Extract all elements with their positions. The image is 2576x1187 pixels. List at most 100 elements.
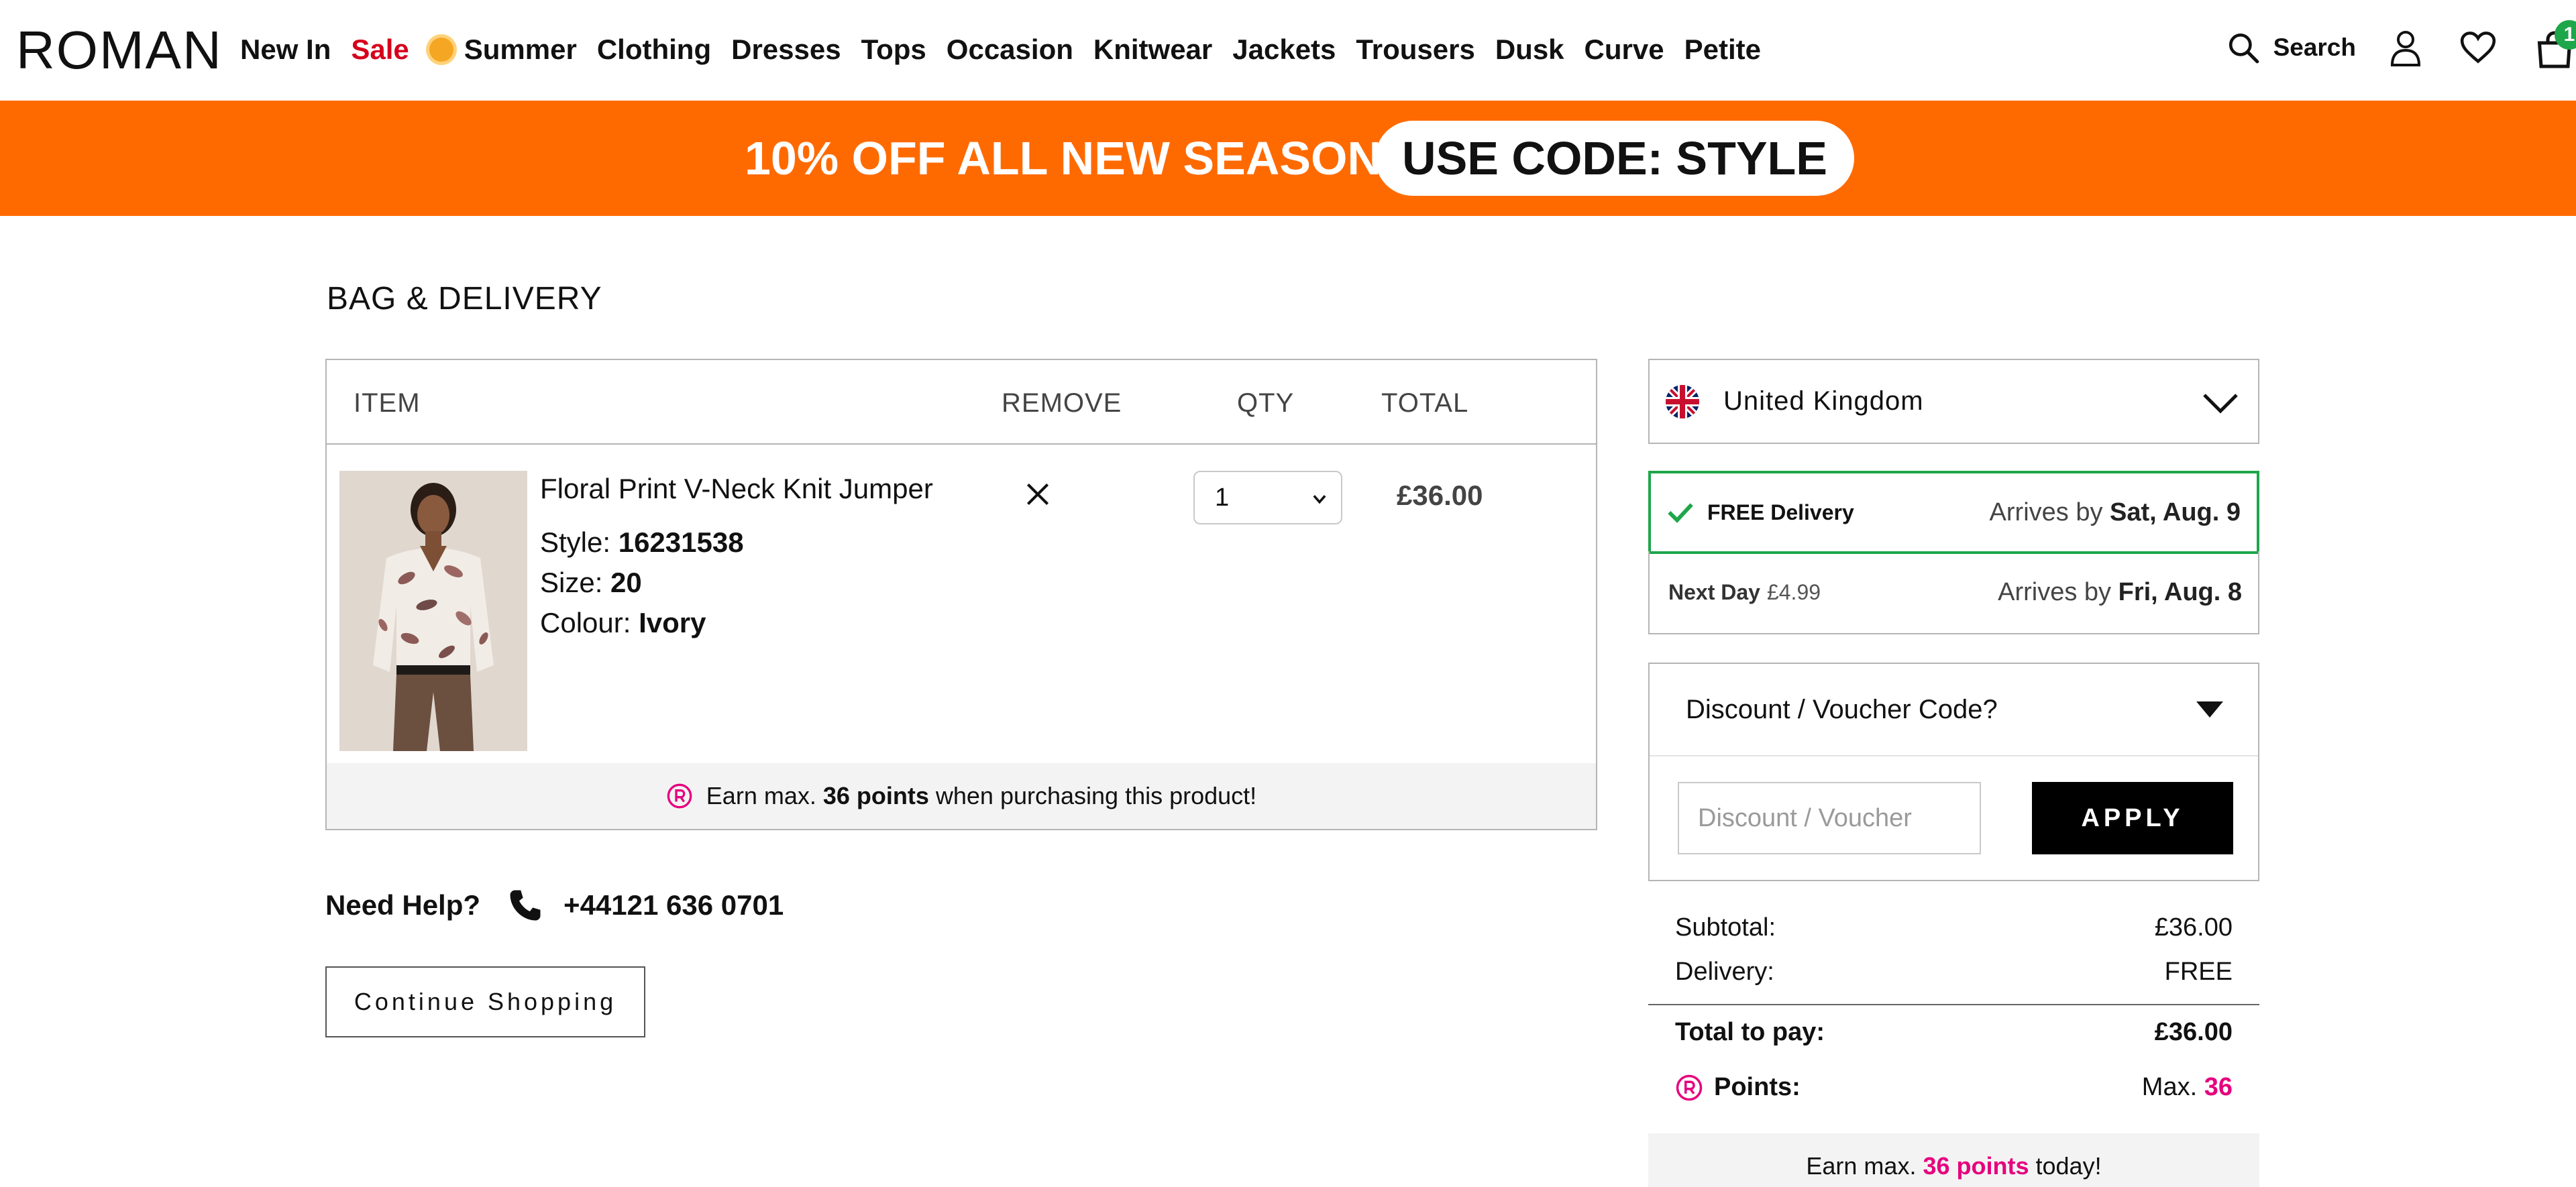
nav-item-trousers[interactable]: Trousers	[1356, 34, 1474, 66]
summary-points-pre: Max.	[2141, 1073, 2198, 1101]
heart-icon	[2460, 32, 2496, 64]
help-label: Need Help?	[325, 889, 481, 921]
quantity-value: 1	[1215, 483, 1230, 512]
account-icon	[2390, 31, 2421, 66]
account-button[interactable]	[2390, 29, 2422, 66]
product-points-strip: Earn max. 36 points when purchasing this…	[327, 763, 1596, 829]
summary-points-label-wrap: Points:	[1675, 1073, 1801, 1102]
summary-delivery-label: Delivery:	[1675, 958, 1774, 986]
delivery-option-name: FREE Delivery	[1707, 500, 1854, 524]
chevron-down-icon	[1313, 495, 1326, 504]
cart-table-header: ITEM REMOVE QTY TOTAL	[327, 360, 1596, 445]
summary-delivery-row: Delivery: FREE	[1648, 950, 2259, 994]
nav-item-new-in[interactable]: New In	[240, 34, 331, 66]
bag-button[interactable]: 1	[2534, 20, 2576, 71]
summary-subtotal-value: £36.00	[2154, 913, 2233, 942]
earn-today-pre: Earn max.	[1806, 1152, 1917, 1180]
earn-pre-text: Earn max.	[706, 782, 816, 809]
search-icon	[2229, 33, 2259, 64]
help-phone-link[interactable]: +44121 636 0701	[564, 889, 784, 921]
nav-item-knitwear[interactable]: Knitwear	[1093, 34, 1212, 66]
nav-item-petite[interactable]: Petite	[1684, 34, 1761, 66]
product-image[interactable]	[339, 471, 527, 751]
search-label: Search	[2273, 34, 2356, 61]
quantity-select[interactable]: 1	[1193, 471, 1342, 524]
close-icon	[1026, 483, 1049, 506]
column-header-remove: REMOVE	[1002, 388, 1122, 418]
promo-code-pill: USE CODE: STYLE	[1375, 121, 1854, 196]
country-name: United Kingdom	[1723, 386, 1924, 416]
earn-today-post: today!	[2035, 1152, 2102, 1180]
summary-points-value: Max. 36	[2142, 1073, 2233, 1102]
apply-voucher-button[interactable]: APPLY	[2032, 782, 2233, 854]
nav-item-tops[interactable]: Tops	[861, 34, 926, 66]
delivery-arrival: Arrives by Sat, Aug. 9	[1990, 498, 2241, 527]
summary-total-row: Total to pay: £36.00	[1648, 1010, 2259, 1054]
delivery-option-price: £4.99	[1766, 579, 1821, 604]
product-style: Style: 16231538	[540, 526, 744, 559]
product-colour-label: Colour:	[540, 607, 631, 638]
continue-shopping-button[interactable]: Continue Shopping	[325, 966, 645, 1037]
summary-delivery-value: FREE	[2164, 958, 2233, 986]
delivery-option-free[interactable]: FREE Delivery Arrives by Sat, Aug. 9	[1648, 471, 2259, 554]
column-header-qty: QTY	[1237, 388, 1295, 418]
column-header-item: ITEM	[354, 388, 421, 418]
nav-item-occasion[interactable]: Occasion	[947, 34, 1073, 66]
site-header: ROMAN New In Sale Summer Clothing Dresse…	[0, 0, 2576, 101]
nav-item-jackets[interactable]: Jackets	[1232, 34, 1336, 66]
voucher-toggle[interactable]: Discount / Voucher Code?	[1650, 664, 2258, 756]
summary-total-value: £36.00	[2154, 1018, 2233, 1046]
summary-total-label: Total to pay:	[1675, 1018, 1825, 1046]
cart-table: ITEM REMOVE QTY TOTAL Floral Print V-Nec…	[325, 359, 1597, 830]
earn-post-text: when purchasing this product!	[935, 782, 1257, 809]
product-style-label: Style:	[540, 526, 611, 558]
earn-today-strip: Earn max. 36 points today!	[1648, 1133, 2259, 1187]
nav-item-curve[interactable]: Curve	[1585, 34, 1664, 66]
summary-points-number: 36	[2204, 1073, 2233, 1101]
phone-icon	[510, 890, 541, 921]
order-summary: Subtotal: £36.00 Delivery: FREE Total to…	[1648, 905, 2259, 1109]
page-title: BAG & DELIVERY	[327, 281, 602, 317]
country-select[interactable]: United Kingdom	[1648, 359, 2259, 444]
delivery-arrival-label: Arrives by	[1989, 498, 2103, 526]
promo-text: 10% OFF ALL NEW SEASON	[745, 132, 1381, 184]
remove-item-button[interactable]	[1021, 477, 1055, 511]
voucher-input[interactable]	[1678, 782, 1981, 854]
nav-item-summer[interactable]: Summer	[429, 34, 577, 66]
product-style-value: 16231538	[618, 526, 744, 558]
nav-item-dresses[interactable]: Dresses	[731, 34, 841, 66]
product-size: Size: 20	[540, 567, 642, 599]
column-header-total: TOTAL	[1381, 388, 1469, 418]
delivery-option-next-day[interactable]: Next Day £4.99 Arrives by Fri, Aug. 8	[1648, 551, 2259, 634]
delivery-arrival-date: Sat, Aug. 9	[2110, 498, 2241, 526]
rewards-icon	[667, 783, 692, 809]
line-total: £36.00	[1397, 479, 1483, 511]
earn-points: 36 points	[822, 782, 929, 809]
voucher-title: Discount / Voucher Code?	[1686, 694, 1998, 724]
nav-item-sale[interactable]: Sale	[351, 34, 409, 66]
main-nav: New In Sale Summer Clothing Dresses Tops…	[240, 30, 1781, 70]
help-line: Need Help? +44121 636 0701	[325, 887, 784, 923]
search-button[interactable]: Search	[2226, 31, 2356, 64]
product-size-label: Size:	[540, 567, 603, 598]
nav-item-summer-label: Summer	[464, 34, 577, 65]
product-colour: Colour: Ivory	[540, 607, 706, 639]
sun-icon	[429, 38, 453, 62]
product-name[interactable]: Floral Print V-Neck Knit Jumper	[540, 473, 933, 505]
wishlist-button[interactable]	[2459, 31, 2497, 64]
chevron-down-icon	[2203, 394, 2238, 414]
rewards-icon	[1676, 1074, 1703, 1100]
site-logo[interactable]: ROMAN	[16, 20, 223, 80]
uk-flag-icon	[1666, 384, 1699, 418]
nav-item-clothing[interactable]: Clothing	[597, 34, 711, 66]
nav-item-dusk[interactable]: Dusk	[1495, 34, 1564, 66]
delivery-arrival-date: Fri, Aug. 8	[2118, 577, 2242, 606]
caret-down-icon	[2196, 701, 2223, 718]
earn-today-points: 36 points	[1923, 1152, 2029, 1180]
check-icon	[1668, 503, 1693, 523]
product-colour-value: Ivory	[639, 607, 706, 638]
promo-banner[interactable]: 10% OFF ALL NEW SEASON USE CODE: STYLE	[0, 101, 2576, 216]
delivery-arrival-label: Arrives by	[1998, 577, 2112, 606]
voucher-panel: Discount / Voucher Code? APPLY	[1648, 663, 2259, 881]
delivery-arrival: Arrives by Fri, Aug. 8	[1998, 578, 2242, 607]
